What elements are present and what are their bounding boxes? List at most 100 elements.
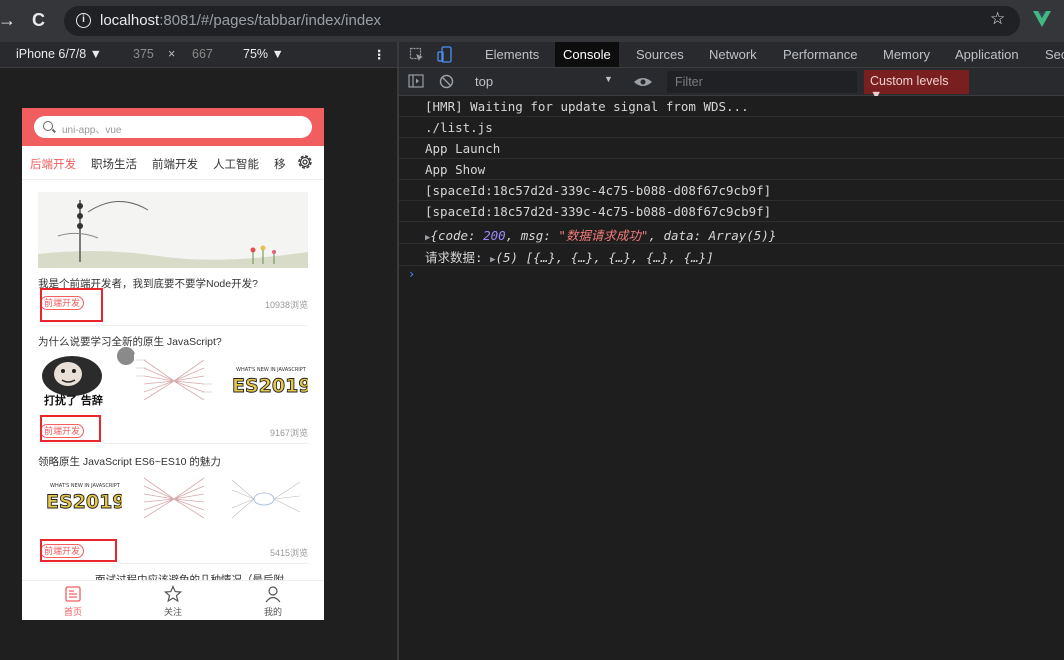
console-message[interactable]: 请求数据: ▶(5) [{…}, {…}, {…}, {…}, {…}] [399,244,1064,266]
filter-placeholder: Filter [675,75,703,89]
footer-tab-label: 我的 [263,607,282,617]
device-toolbar: iPhone 6/7/8 ▼ 375 × 667 75% ▼ ⋮ [0,42,398,68]
more-options-icon[interactable]: ⋮ [373,47,386,62]
tab-ai[interactable]: 人工智能 [213,156,259,172]
es2019-thumbnail: WHAT'S NEW IN JAVASCRIPT ES2019 [228,362,308,402]
dimension-separator: × [168,47,176,61]
tab-memory[interactable]: Memory [875,42,938,67]
tab-career[interactable]: 职场生活 [91,156,137,172]
footer-tab-home[interactable]: 首页 [43,585,103,618]
console-message: ./list.js [399,117,1064,138]
clear-console-icon[interactable] [439,74,454,89]
console-text: [spaceId:18c57d2d-339c-4c75-b088-d08f67c… [425,183,772,198]
device-toggle-icon[interactable] [437,46,453,64]
phone-screen: uni-app、vue 后端开发 职场生活 前端开发 人工智能 移 我是个前端开… [22,108,324,620]
sidebar-toggle-icon[interactable] [408,74,424,88]
url-host: localhost [100,12,160,29]
console-toolbar: top ▼ Filter Custom levels ▼ [399,68,1064,102]
bookmark-star-icon[interactable]: ☆ [990,9,1005,29]
footer-tab-label: 首页 [63,607,82,617]
vue-devtools-extension-icon[interactable] [1032,9,1052,29]
tab-frontend[interactable]: 前端开发 [152,156,198,172]
search-input[interactable]: uni-app、vue [34,116,312,138]
category-tabs: 后端开发 职场生活 前端开发 人工智能 移 [22,146,324,180]
object-data: , data: Array(5)} [648,228,777,243]
phone-header: uni-app、vue [22,108,324,146]
mindmap-thumbnail [134,354,214,408]
chevron-down-icon[interactable]: ▼ [604,74,613,84]
list-item[interactable]: 领略原生 JavaScript ES6~ES10 的魅力 WHAT'S NEW … [38,444,308,564]
reload-icon[interactable]: C [32,10,45,31]
tab-sources[interactable]: Sources [628,42,692,67]
drag-handle-dot [117,347,135,365]
list-item[interactable]: 我是个前端开发者，我到底要不要学Node开发? 前端开发 10938浏览 [38,192,308,326]
object-msg: "数据请求成功" [558,228,649,243]
console-text: [spaceId:18c57d2d-339c-4c75-b088-d08f67c… [425,204,772,219]
es-badge-text: ES2019 [46,491,122,513]
es-badge-text: ES2019 [232,375,308,397]
console-message: App Show [399,159,1064,180]
es2019-thumbnail: WHAT'S NEW IN JAVASCRIPT ES2019 [42,478,122,518]
mindmap-thumbnail [224,472,308,526]
context-select[interactable]: top [475,74,493,89]
console-text: ./list.js [425,120,493,135]
tab-more[interactable]: 移 [274,156,286,172]
tab-security[interactable]: Sec [1037,42,1064,67]
tab-application[interactable]: Application [947,42,1027,67]
inspect-element-icon[interactable] [409,47,425,63]
site-info-icon[interactable]: i [76,13,91,28]
footer-tab-follow[interactable]: 关注 [143,585,203,618]
object-open: {code: [430,228,484,243]
devtools-tabbar: Elements Console Sources Network Perform… [399,42,1064,68]
home-icon [65,586,81,602]
view-count: 9167浏览 [269,428,308,438]
meme-thumbnail: 打扰了 告辞 [38,352,122,406]
console-object-message[interactable]: ▶{code: 200, msg: "数据请求成功", data: Array(… [399,222,1064,244]
forward-arrow-icon[interactable]: → [0,10,16,31]
tab-backend[interactable]: 后端开发 [30,156,76,172]
tab-bar: 首页 关注 我的 [22,580,324,620]
search-placeholder: uni-app、vue [62,125,122,136]
console-output: [HMR] Waiting for update signal from WDS… [399,96,1064,660]
tab-network[interactable]: Network [701,42,765,67]
list-item[interactable]: 为什么说要学习全新的原生 JavaScript? 打扰了 告辞 WHAT'S N… [38,326,308,444]
highlight-box [40,539,117,562]
filter-input[interactable]: Filter [667,71,857,93]
object-msg-key: , msg: [505,228,559,243]
es-subtitle: WHAT'S NEW IN JAVASCRIPT [236,367,307,373]
eye-icon[interactable] [633,76,653,88]
console-message: [HMR] Waiting for update signal from WDS… [399,96,1064,117]
address-bar[interactable]: i localhost:8081/#/pages/tabbar/index/in… [64,6,1020,36]
tab-elements[interactable]: Elements [477,42,547,67]
search-icon [43,121,53,131]
tab-performance[interactable]: Performance [775,42,865,67]
footer-tab-label: 关注 [163,607,182,617]
console-message: App Launch [399,138,1064,159]
console-text: [HMR] Waiting for update signal from WDS… [425,99,749,114]
view-count: 5415浏览 [269,548,308,558]
gear-icon[interactable] [296,153,314,171]
device-height[interactable]: 667 [192,47,213,61]
view-count: 10938浏览 [264,300,308,310]
console-message: [spaceId:18c57d2d-339c-4c75-b088-d08f67c… [399,180,1064,201]
device-width[interactable]: 375 [133,47,154,61]
es-subtitle: WHAT'S NEW IN JAVASCRIPT [50,483,121,489]
log-levels-select[interactable]: Custom levels ▼ [864,70,969,102]
console-text: App Show [425,162,486,177]
console-prompt-icon[interactable]: › [408,267,415,281]
article-title: 领略原生 JavaScript ES6~ES10 的魅力 [38,456,221,468]
object-code: 200 [483,228,506,243]
device-select[interactable]: iPhone 6/7/8 ▼ [16,47,102,61]
tab-console[interactable]: Console [555,42,619,67]
highlight-box [40,288,103,322]
highlight-box [40,415,101,442]
console-message: [spaceId:18c57d2d-339c-4c75-b088-d08f67c… [399,201,1064,222]
browser-toolbar: → C i localhost:8081/#/pages/tabbar/inde… [0,0,1064,42]
url-text[interactable]: localhost:8081/#/pages/tabbar/index/inde… [100,12,381,29]
article-cover-image [38,192,308,268]
zoom-select[interactable]: 75% ▼ [243,47,284,61]
footer-tab-me[interactable]: 我的 [243,585,303,618]
user-icon [265,586,281,603]
url-path: :8081/#/pages/tabbar/index/index [159,12,382,29]
meme-caption: 打扰了 告辞 [44,393,103,406]
